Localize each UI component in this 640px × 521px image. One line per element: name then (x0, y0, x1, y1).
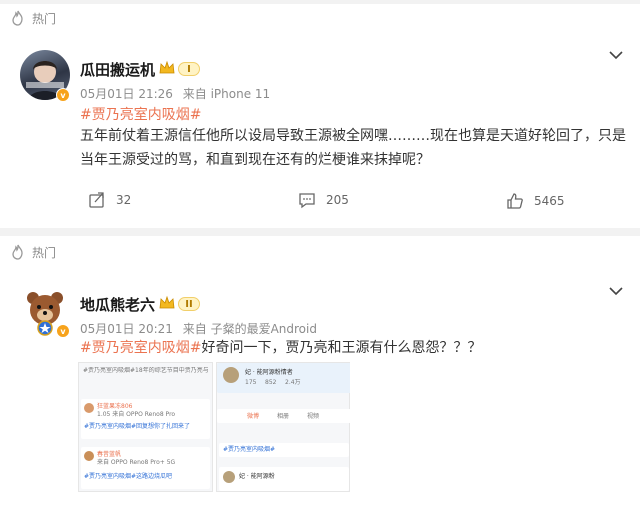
thumbs-up-icon (507, 193, 523, 209)
topic-link[interactable]: #贾乃亮室内吸烟# (80, 104, 201, 124)
thumb-user2-text: #贾乃亮室内吸烟#这路边烧瓜吧 (84, 473, 173, 480)
crown-icon (159, 295, 175, 309)
thumb-header: #贾乃亮室内吸烟#18年的综艺节目中贾乃亮与王源的合作.. (83, 367, 208, 374)
top-separator (0, 0, 640, 4)
topic-link[interactable]: #贾乃亮室内吸烟# (80, 340, 201, 356)
chevron-down-icon[interactable] (608, 286, 624, 296)
hot-label: 热门 (32, 245, 57, 260)
thumb-user1-meta: 1.05 来自 OPPO Reno8 Pro (97, 411, 176, 418)
crown-icon (159, 60, 175, 74)
repost-button[interactable]: 32 (88, 191, 131, 209)
thumb-pinned-text: #贾乃亮室内吸烟# (223, 446, 276, 453)
like-button[interactable]: 5465 (506, 192, 565, 210)
thumb-avatar (84, 451, 94, 461)
post-text: 好奇问一下，贾乃亮和王源有什么恩怨？？？ (201, 340, 482, 356)
comment-button[interactable]: 205 (298, 191, 349, 209)
attached-image-1[interactable]: #贾乃亮室内吸烟#18年的综艺节目中贾乃亮与王源的合作.. 狂蓝果冻806 1.… (78, 362, 213, 492)
thumb-tab-video: 视频 (307, 413, 320, 420)
repost-count: 32 (116, 193, 132, 207)
thumb-stat-3: 2.4万 (285, 379, 301, 386)
comment-count: 205 (326, 193, 349, 207)
attached-images[interactable]: #贾乃亮室内吸烟#18年的综艺节目中贾乃亮与王源的合作.. 狂蓝果冻806 1.… (78, 362, 350, 492)
thumb-post-avatar (223, 471, 235, 483)
thumb-stat-1: 175 (245, 379, 257, 386)
thumb-profile-name: 妃 · 能阿源粉情者 (245, 369, 293, 376)
like-count: 5465 (534, 194, 565, 208)
post-text: 五年前仗着王源信任他所以设局导致王源被全网嘿………现在也算是天道好轮回了，只是当… (80, 128, 626, 168)
verified-badge-icon: v (56, 88, 70, 102)
post-separator (0, 228, 640, 236)
thumb-profile-avatar (223, 367, 239, 383)
thumb-tab-album: 相册 (277, 413, 290, 420)
attached-image-2[interactable]: 妃 · 能阿源粉情者 175 852 2.4万 微博 相册 视频 #贾乃亮室内吸… (216, 362, 350, 492)
post-meta: 05月01日 20:21 来自 子粲的最爱Android (80, 320, 317, 337)
hot-label: 热门 (32, 11, 57, 26)
thumb-user2-meta: 来自 OPPO Reno8 Pro+ 5G (97, 459, 176, 466)
comment-icon (299, 193, 315, 209)
thumb-stat-2: 852 (265, 379, 277, 386)
level-badge: I (178, 62, 200, 76)
thumb-user1-text: #贾乃亮室内吸烟#回复想你了扎回来了 (84, 423, 191, 430)
thumb-user1: 狂蓝果冻806 (97, 403, 133, 410)
post-source: 来自 子粲的最爱Android (182, 322, 317, 336)
level-badge: II (178, 297, 200, 311)
username[interactable]: 瓜田搬运机 (80, 59, 155, 80)
post-time[interactable]: 05月01日 21:26 (80, 87, 173, 101)
post-meta: 05月01日 21:26 来自 iPhone 11 (80, 85, 270, 102)
flame-icon (12, 244, 23, 260)
thumb-avatar (84, 403, 94, 413)
flame-icon (12, 10, 23, 26)
thumb-post-name: 妃 · 能阿源粉 (239, 473, 275, 480)
username[interactable]: 地瓜熊老六 (80, 294, 155, 315)
chevron-down-icon[interactable] (608, 50, 624, 60)
thumb-user2: 春昔蓝帆 (97, 451, 122, 458)
repost-icon (89, 192, 104, 208)
post-time[interactable]: 05月01日 20:21 (80, 322, 173, 336)
verified-badge-icon: v (56, 324, 70, 338)
post-text-line: #贾乃亮室内吸烟#好奇问一下，贾乃亮和王源有什么恩怨？？？ (80, 336, 628, 360)
hot-tag-row: 热门 (10, 242, 56, 262)
post-source: 来自 iPhone 11 (182, 87, 271, 101)
thumb-tab-weibo: 微博 (247, 413, 260, 420)
hot-tag-row: 热门 (10, 8, 56, 28)
